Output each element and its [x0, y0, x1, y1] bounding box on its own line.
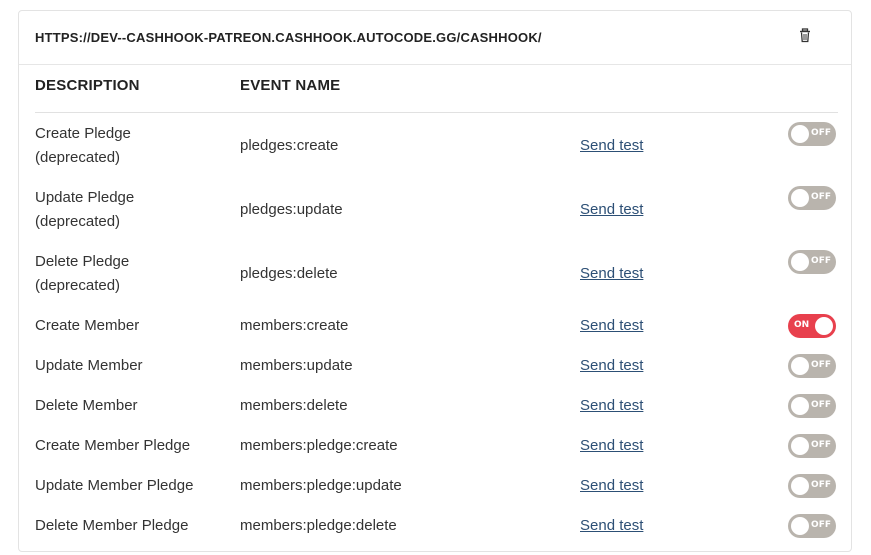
column-header-description: DESCRIPTION [35, 77, 140, 94]
description-line: Create Member [35, 317, 140, 334]
webhook-url: HTTPS://DEV--CASHHOOK-PATREON.CASHHOOK.A… [35, 30, 542, 45]
send-test-link[interactable]: Send test [580, 474, 643, 498]
row-description: Create Member [35, 314, 215, 338]
description-line: Create Member Pledge [35, 437, 191, 454]
event-toggle[interactable]: OFF [788, 394, 836, 418]
description-line: Update Member [35, 357, 143, 374]
event-toggle[interactable]: OFF [788, 122, 836, 146]
toggle-label: OFF [811, 520, 831, 530]
event-toggle[interactable]: OFF [788, 354, 836, 378]
toggle-knob [791, 517, 809, 535]
send-test-link[interactable]: Send test [580, 198, 643, 222]
event-name: members:pledge:delete [240, 517, 397, 534]
trash-icon[interactable] [798, 28, 812, 44]
toggle-label: ON [794, 320, 810, 330]
event-name: members:pledge:create [240, 437, 398, 454]
event-toggle[interactable]: OFF [788, 250, 836, 274]
send-test-link[interactable]: Send test [580, 514, 643, 538]
toggle-label: OFF [811, 192, 831, 202]
event-toggle[interactable]: OFF [788, 514, 836, 538]
event-name: pledges:update [240, 201, 343, 218]
toggle-knob [791, 125, 809, 143]
row-description: Create Member Pledge [35, 434, 215, 458]
toggle-knob [791, 437, 809, 455]
description-line: Update Pledge [35, 189, 135, 206]
event-name: pledges:delete [240, 265, 338, 282]
event-name: members:update [240, 357, 353, 374]
row-description: Update Member Pledge [35, 474, 215, 498]
toggle-label: OFF [811, 360, 831, 370]
toggle-label: OFF [811, 128, 831, 138]
send-test-link[interactable]: Send test [580, 434, 643, 458]
description-line: Delete Member Pledge [35, 517, 189, 534]
row-description: Delete Pledge (deprecated) [35, 250, 215, 298]
description-note: (deprecated) [35, 213, 121, 230]
description-note: (deprecated) [35, 277, 121, 294]
row-description: Delete Member Pledge [35, 514, 215, 538]
toggle-label: OFF [811, 400, 831, 410]
toggle-knob [791, 397, 809, 415]
event-toggle[interactable]: OFF [788, 474, 836, 498]
send-test-link[interactable]: Send test [580, 354, 643, 378]
column-header-event-name: EVENT NAME [240, 77, 341, 94]
event-toggle[interactable]: OFF [788, 186, 836, 210]
header-divider [35, 112, 838, 113]
webhook-card: HTTPS://DEV--CASHHOOK-PATREON.CASHHOOK.A… [18, 10, 852, 552]
toggle-knob [791, 357, 809, 375]
event-name: pledges:create [240, 137, 339, 154]
description-line: Delete Member [35, 397, 138, 414]
toggle-knob [815, 317, 833, 335]
toggle-knob [791, 253, 809, 271]
toggle-knob [791, 189, 809, 207]
send-test-link[interactable]: Send test [580, 134, 643, 158]
row-description: Update Member [35, 354, 215, 378]
description-line: Create Pledge [35, 125, 131, 142]
event-name: members:delete [240, 397, 348, 414]
event-toggle[interactable]: ON [788, 314, 836, 338]
row-description: Delete Member [35, 394, 215, 418]
event-name: members:create [240, 317, 349, 334]
send-test-link[interactable]: Send test [580, 314, 643, 338]
row-description: Update Pledge (deprecated) [35, 186, 215, 234]
description-line: Delete Pledge [35, 253, 130, 270]
description-line: Update Member Pledge [35, 477, 194, 494]
toggle-label: OFF [811, 256, 831, 266]
toggle-label: OFF [811, 480, 831, 490]
send-test-link[interactable]: Send test [580, 262, 643, 286]
card-header: HTTPS://DEV--CASHHOOK-PATREON.CASHHOOK.A… [19, 11, 851, 65]
toggle-knob [791, 477, 809, 495]
toggle-label: OFF [811, 440, 831, 450]
event-toggle[interactable]: OFF [788, 434, 836, 458]
row-description: Create Pledge (deprecated) [35, 122, 215, 170]
description-note: (deprecated) [35, 149, 121, 166]
event-name: members:pledge:update [240, 477, 402, 494]
send-test-link[interactable]: Send test [580, 394, 643, 418]
